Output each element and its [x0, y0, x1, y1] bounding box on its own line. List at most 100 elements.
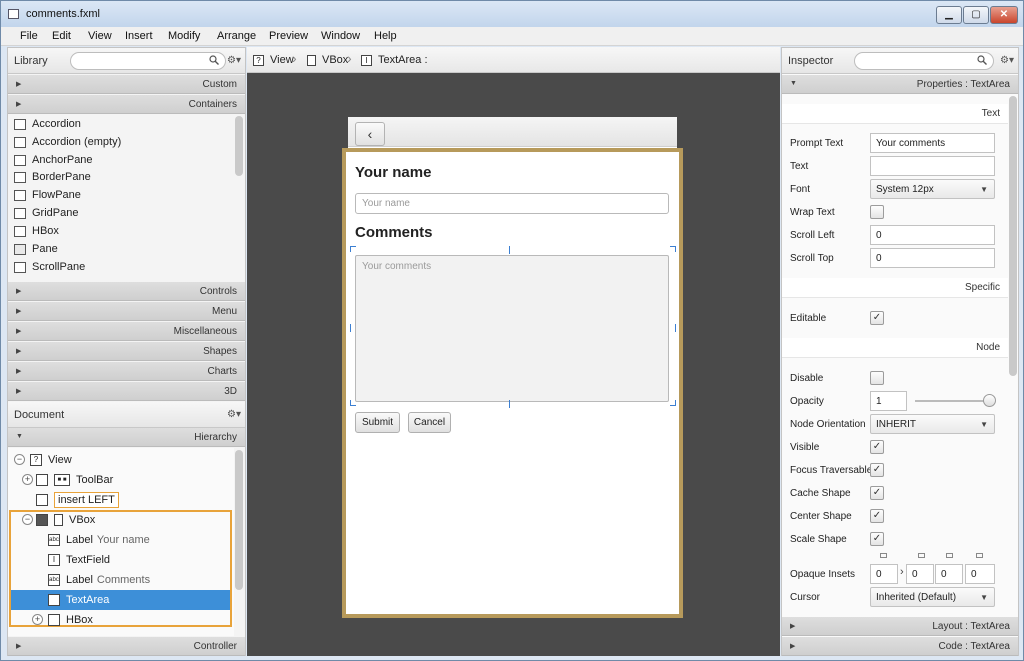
resize-handle[interactable]	[670, 324, 676, 332]
back-button[interactable]: ‹	[355, 122, 385, 146]
collapse-toggle[interactable]: −	[22, 514, 33, 525]
expand-icon: ▶	[790, 623, 796, 630]
accordion-icon	[14, 136, 26, 148]
resize-handle[interactable]	[509, 246, 510, 254]
opacity-slider-thumb[interactable]	[983, 394, 996, 407]
name-input[interactable]: Your name	[355, 193, 669, 214]
breadcrumb-view[interactable]: ? View	[253, 54, 294, 66]
anchorpane-icon	[14, 154, 26, 166]
cursor-select[interactable]: Inherited (Default) ▼	[870, 587, 995, 607]
menu-window[interactable]: Window	[321, 30, 360, 42]
expand-toggle[interactable]: +	[32, 614, 43, 625]
menu-file[interactable]: File	[20, 30, 38, 42]
breadcrumb-textarea[interactable]: I TextArea :	[361, 54, 428, 66]
section-menu[interactable]: ▶ Menu	[8, 302, 245, 321]
tree-item-vbox[interactable]: VBox	[36, 510, 95, 530]
menu-help[interactable]: Help	[374, 30, 397, 42]
cancel-button[interactable]: Cancel	[408, 412, 451, 433]
resize-handle[interactable]	[509, 400, 510, 408]
menu-edit[interactable]: Edit	[52, 30, 71, 42]
scroll-left-field[interactable]: 0	[870, 225, 995, 245]
tree-item-label-comments[interactable]: abc Label Comments	[48, 570, 150, 590]
editable-checkbox[interactable]: ✓	[870, 311, 884, 325]
library-scrollbar[interactable]	[235, 116, 243, 176]
collapse-toggle[interactable]: −	[14, 454, 25, 465]
scroll-top-field[interactable]: 0	[870, 248, 995, 268]
menu-arrange[interactable]: Arrange	[217, 30, 256, 42]
library-item-gridpane[interactable]: GridPane	[14, 204, 78, 222]
section-custom[interactable]: ▶ Custom	[8, 75, 245, 94]
library-item-hbox[interactable]: HBox	[14, 222, 59, 240]
library-item-scrollpane[interactable]: ScrollPane	[14, 258, 85, 276]
submit-button[interactable]: Submit	[355, 412, 400, 433]
inset-right-field[interactable]: 0	[906, 564, 934, 584]
minimize-button[interactable]: ▁	[936, 6, 962, 24]
section-hierarchy[interactable]: ▼ Hierarchy	[8, 428, 245, 447]
scale-shape-checkbox[interactable]: ✓	[870, 532, 884, 546]
tree-item-hbox[interactable]: HBox	[48, 610, 93, 630]
borderpane-icon	[14, 171, 26, 183]
visible-checkbox[interactable]: ✓	[870, 440, 884, 454]
tree-item-textfield[interactable]: I TextField	[48, 550, 110, 570]
close-button[interactable]: ✕	[990, 6, 1018, 24]
menu-insert[interactable]: Insert	[125, 30, 153, 42]
library-item-accordion-empty[interactable]: Accordion (empty)	[14, 133, 121, 151]
properties-header[interactable]: ▼ Properties : TextArea	[782, 75, 1018, 94]
cache-shape-checkbox[interactable]: ✓	[870, 486, 884, 500]
resize-handle[interactable]	[350, 400, 356, 406]
text-field[interactable]	[870, 156, 995, 176]
expand-toggle[interactable]: +	[22, 474, 33, 485]
inset-left-field[interactable]: 0	[965, 564, 995, 584]
inspector-search-input[interactable]	[854, 52, 994, 70]
section-containers[interactable]: ▶ Containers	[8, 95, 245, 114]
menu-preview[interactable]: Preview	[269, 30, 308, 42]
breadcrumb-vbox[interactable]: VBox	[307, 54, 348, 66]
editable-label: Editable	[790, 313, 827, 324]
vbox-container[interactable]: Your name Your name Comments Your commen…	[342, 148, 683, 618]
code-footer[interactable]: ▶ Code : TextArea	[782, 637, 1018, 656]
gear-icon[interactable]: ⚙▾	[227, 55, 241, 66]
resize-handle[interactable]	[350, 324, 356, 332]
library-search-input[interactable]	[70, 52, 226, 70]
resize-handle[interactable]	[670, 246, 676, 252]
opacity-field[interactable]: 1	[870, 391, 907, 411]
focus-traversable-checkbox[interactable]: ✓	[870, 463, 884, 477]
tree-item-textarea[interactable]: I TextArea	[48, 590, 109, 610]
font-select[interactable]: System 12px ▼	[870, 179, 995, 199]
section-controls[interactable]: ▶ Controls	[8, 282, 245, 301]
inset-bottom-field[interactable]: 0	[935, 564, 963, 584]
library-item-flowpane[interactable]: FlowPane	[14, 186, 81, 204]
gear-icon[interactable]: ⚙▾	[1000, 55, 1014, 66]
resize-handle[interactable]	[670, 400, 676, 406]
node-orientation-select[interactable]: INHERIT ▼	[870, 414, 995, 434]
menu-modify[interactable]: Modify	[168, 30, 200, 42]
prompt-text-field[interactable]: Your comments	[870, 133, 995, 153]
layout-footer[interactable]: ▶ Layout : TextArea	[782, 617, 1018, 636]
resize-handle[interactable]	[350, 246, 356, 252]
unknown-icon: ?	[253, 54, 264, 66]
inset-top-field[interactable]: 0	[870, 564, 898, 584]
menu-view[interactable]: View	[88, 30, 112, 42]
comments-textarea[interactable]: Your comments	[355, 255, 669, 402]
center-shape-checkbox[interactable]: ✓	[870, 509, 884, 523]
gear-icon[interactable]: ⚙▾	[227, 409, 241, 420]
tree-item-toolbar[interactable]: ■ ■ ToolBar	[36, 470, 113, 490]
library-item-borderpane[interactable]: BorderPane	[14, 168, 91, 186]
hierarchy-scrollbar[interactable]	[235, 450, 243, 590]
section-shapes[interactable]: ▶ Shapes	[8, 342, 245, 361]
expand-icon: ▶	[790, 643, 796, 650]
inspector-scrollbar[interactable]	[1009, 96, 1017, 376]
section-charts[interactable]: ▶ Charts	[8, 362, 245, 381]
tree-item-label-name[interactable]: abc Label Your name	[48, 530, 150, 550]
disable-checkbox[interactable]	[870, 371, 884, 385]
section-miscellaneous[interactable]: ▶ Miscellaneous	[8, 322, 245, 341]
library-item-accordion[interactable]: Accordion	[14, 115, 81, 133]
section-controller[interactable]: ▶ Controller	[8, 637, 245, 656]
section-3d[interactable]: ▶ 3D	[8, 382, 245, 401]
library-item-pane[interactable]: Pane	[14, 240, 58, 258]
tree-item-view[interactable]: ? View	[30, 450, 72, 470]
maximize-button[interactable]: ▢	[963, 6, 989, 24]
wrap-text-checkbox[interactable]	[870, 205, 884, 219]
tree-item-insert-left[interactable]: insert LEFT	[36, 490, 119, 510]
library-item-anchorpane[interactable]: AnchorPane	[14, 151, 93, 169]
